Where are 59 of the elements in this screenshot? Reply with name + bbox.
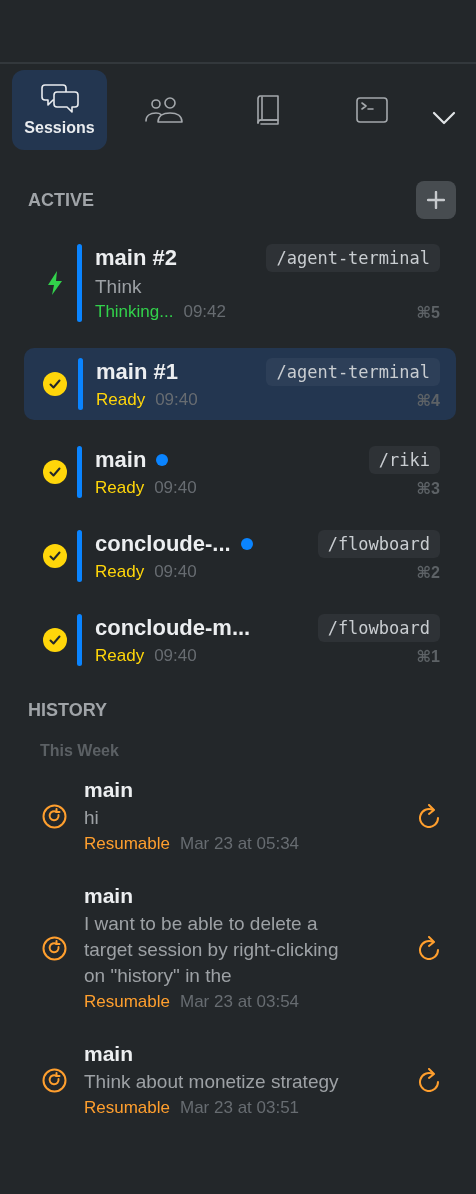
session-name: main [95, 447, 147, 473]
add-button[interactable] [416, 181, 456, 219]
section-title: ACTIVE [28, 189, 94, 211]
resume-circle-icon [42, 1067, 67, 1093]
status-text: Thinking... [95, 302, 174, 322]
session-preview: Think [95, 276, 143, 298]
session-name: main #2 [95, 245, 177, 271]
path-tag: /agent-terminal [266, 244, 440, 272]
status-text: Ready [95, 562, 145, 582]
status-text: Ready [95, 646, 145, 666]
chat-bubbles-icon [40, 83, 79, 115]
path-tag: /agent-terminal [266, 358, 440, 386]
status-text: Resumable [84, 992, 170, 1012]
time-text: 09:40 [154, 646, 197, 666]
terminal-icon [355, 97, 388, 123]
plus-icon [427, 191, 445, 209]
refresh-icon[interactable] [418, 804, 440, 828]
shortcut-text: ⌘4 [416, 390, 440, 410]
session-name: main #1 [96, 359, 178, 385]
session-name: main [84, 884, 134, 908]
status-text: Ready [96, 390, 146, 410]
resume-circle-icon [42, 803, 67, 829]
status-text: Resumable [84, 834, 170, 854]
section-title: HISTORY [28, 699, 107, 721]
date-text: Mar 23 at 03:54 [180, 992, 300, 1012]
session-item[interactable]: main /riki Ready 09:40 ⌘3 [24, 440, 456, 504]
refresh-icon[interactable] [418, 1068, 440, 1092]
session-preview: I want to be able to delete a target session by right-clicking on "history" in the [84, 912, 340, 988]
session-name: concloude-... [95, 531, 231, 557]
status-text: Ready [95, 478, 145, 498]
session-item[interactable]: main #1 /agent-terminal Ready 09:40 ⌘4 [24, 348, 456, 420]
date-text: Mar 23 at 05:34 [180, 834, 300, 854]
session-item[interactable]: concloude-... /flowboard Ready 09:40 ⌘2 [24, 524, 456, 588]
shortcut-text: ⌘1 [416, 646, 440, 666]
session-name: main [84, 778, 134, 802]
people-icon [144, 97, 183, 123]
time-text: 09:40 [154, 478, 197, 498]
path-tag: /riki [368, 446, 440, 474]
session-item[interactable]: main #2 /agent-terminal Think Thinking... 09:42 ⌘5 [24, 238, 456, 328]
shortcut-text: ⌘2 [416, 562, 440, 582]
shortcut-text: ⌘5 [416, 302, 440, 322]
session-preview: hi [84, 806, 100, 830]
session-name: concloude-m... [95, 615, 251, 641]
group-label: This Week [39, 741, 120, 760]
session-preview: Think about monetize strategy [84, 1070, 340, 1094]
path-tag: /flowboard [317, 614, 440, 642]
shortcut-text: ⌘3 [416, 478, 440, 498]
resume-circle-icon [42, 935, 67, 961]
session-name: main [84, 1042, 134, 1066]
session-item[interactable]: concloude-m... /flowboard Ready 09:40 ⌘1 [24, 608, 456, 672]
tab[interactable]: Sessions [12, 70, 107, 150]
time-text: 09:40 [154, 562, 197, 582]
book-icon [255, 95, 280, 125]
status-text: Resumable [84, 1098, 170, 1118]
refresh-icon[interactable] [418, 936, 440, 960]
path-tag: /flowboard [317, 530, 440, 558]
time-text: 09:40 [155, 390, 198, 410]
date-text: Mar 23 at 03:51 [180, 1098, 300, 1118]
time-text: 09:42 [183, 302, 226, 322]
